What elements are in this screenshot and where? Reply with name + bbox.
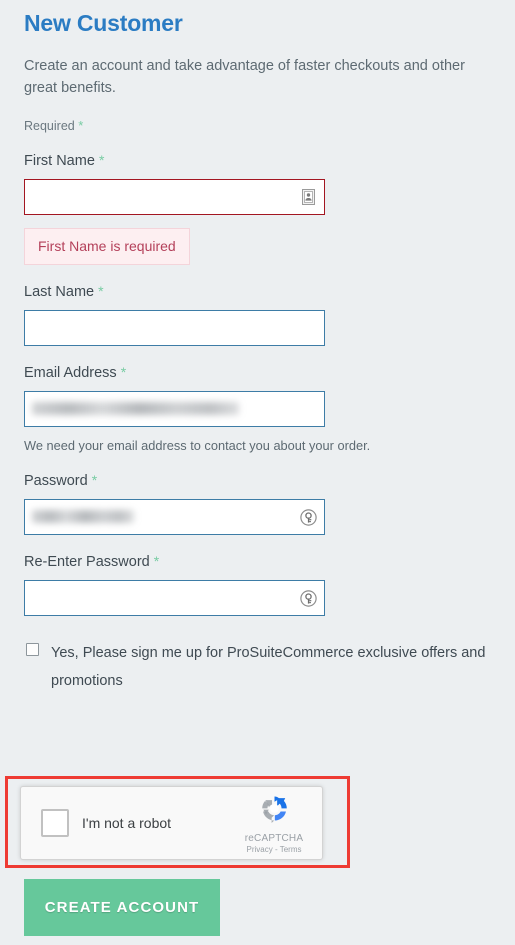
confirm-password-field-group: Re-Enter Password * [24, 535, 491, 616]
recaptcha-brand-name: reCAPTCHA [244, 832, 304, 844]
last-name-field-group: Last Name * [24, 265, 491, 346]
required-note: Required * [24, 99, 491, 134]
last-name-input-wrap [24, 310, 325, 346]
required-asterisk-icon: * [98, 283, 104, 299]
required-asterisk-icon: * [91, 472, 98, 488]
page-title: New Customer [24, 10, 183, 36]
recaptcha-checkbox[interactable] [41, 809, 69, 837]
password-label: Password * [24, 471, 491, 499]
password-input[interactable] [24, 499, 325, 535]
required-asterisk-icon: * [153, 553, 160, 569]
email-field-group: Email Address * We need your email addre… [24, 346, 491, 454]
required-asterisk-icon: * [78, 118, 84, 133]
required-asterisk-icon: * [120, 364, 127, 380]
recaptcha-branding: reCAPTCHA Privacy - Terms [237, 793, 311, 854]
recaptcha-logo-icon [237, 793, 311, 831]
last-name-label-text: Last Name [24, 284, 95, 300]
recaptcha-checkbox-label: I'm not a robot [82, 815, 172, 831]
first-name-input[interactable] [24, 179, 325, 215]
email-help-text: We need your email address to contact yo… [24, 438, 371, 453]
email-label-text: Email Address [24, 365, 117, 381]
first-name-label: First Name * [24, 151, 491, 179]
email-input[interactable] [24, 391, 325, 427]
confirm-password-label-text: Re-Enter Password [24, 554, 150, 570]
key-icon[interactable] [298, 588, 318, 608]
recaptcha-privacy-terms-links[interactable]: Privacy - Terms [237, 845, 311, 854]
first-name-input-wrap [24, 179, 325, 215]
email-label: Email Address * [24, 363, 491, 391]
contact-card-icon[interactable] [298, 187, 318, 207]
newsletter-optin-row[interactable]: Yes, Please sign me up for ProSuiteComme… [24, 616, 491, 695]
newsletter-checkbox[interactable] [26, 643, 39, 656]
key-icon[interactable] [298, 507, 318, 527]
email-input-wrap [24, 391, 325, 427]
required-note-label: Required [24, 119, 75, 133]
recaptcha-widget[interactable]: I'm not a robot reCAPTCHA Privacy - Term… [20, 786, 323, 860]
newsletter-label: Yes, Please sign me up for ProSuiteComme… [51, 645, 486, 689]
password-label-text: Password [24, 473, 88, 489]
first-name-error-message: First Name is required [24, 228, 190, 265]
password-input-wrap [24, 499, 325, 535]
first-name-label-text: First Name [24, 153, 95, 169]
confirm-password-input-wrap [24, 580, 325, 616]
last-name-label: Last Name * [24, 282, 491, 310]
first-name-field-group: First Name * First Name is required [24, 134, 491, 265]
last-name-input[interactable] [24, 310, 325, 346]
password-field-group: Password * [24, 454, 491, 535]
required-asterisk-icon: * [98, 152, 105, 168]
create-account-button[interactable]: Create Account [24, 879, 220, 936]
confirm-password-input[interactable] [24, 580, 325, 616]
intro-text: Create an account and take advantage of … [24, 58, 465, 96]
new-customer-page: New Customer Create an account and take … [0, 0, 515, 945]
confirm-password-label: Re-Enter Password * [24, 552, 491, 580]
